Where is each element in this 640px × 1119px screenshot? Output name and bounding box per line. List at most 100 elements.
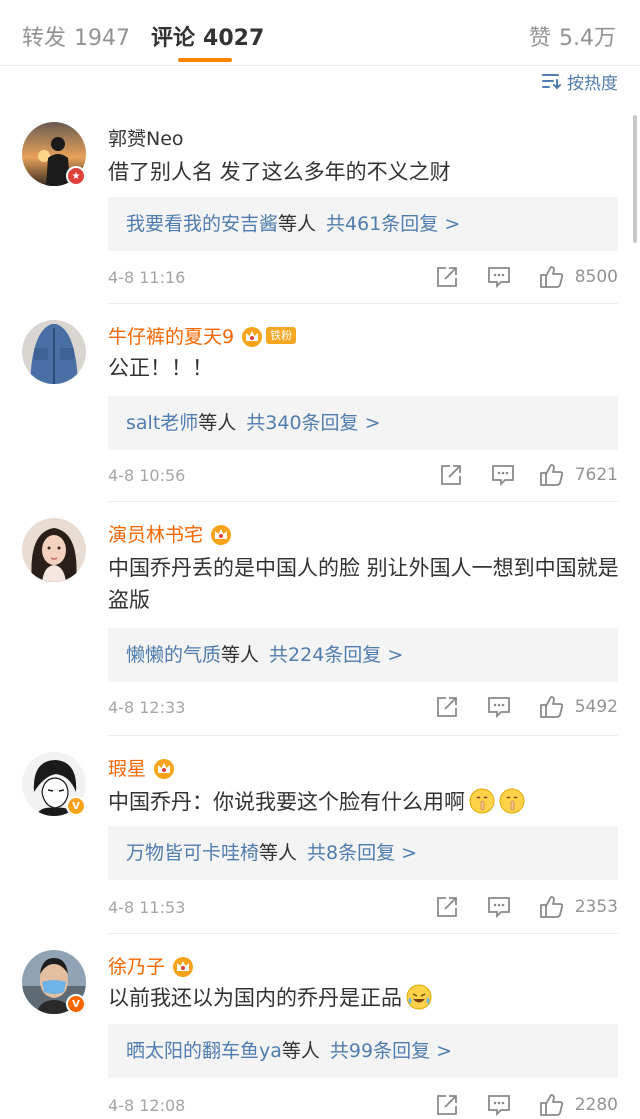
repost-icon[interactable] xyxy=(434,1092,460,1118)
avatar[interactable] xyxy=(22,518,86,582)
tab-likes-label: 赞 xyxy=(528,26,551,51)
repost-icon[interactable] xyxy=(434,264,460,290)
comment-icon[interactable] xyxy=(486,694,512,720)
like-count: 7621 xyxy=(574,465,618,485)
verified-badge-icon: V xyxy=(66,796,86,816)
reply-user-names: 我要看我的安吉酱 xyxy=(126,213,279,235)
reply-suffix: 等人 xyxy=(259,842,298,864)
comment-item: 牛仔裤的夏天9 铁粉 公正！！！ salt老师等人 共340条回复 > 4-8 1… xyxy=(0,304,618,502)
like-count: 2353 xyxy=(574,897,618,917)
tab-comments-count: 4027 xyxy=(203,26,265,51)
like-button[interactable]: 7621 xyxy=(539,462,618,488)
tab-likes-count: 5.4万 xyxy=(559,26,616,51)
comment-username[interactable]: 瑕星 xyxy=(108,754,176,781)
comment-time: 4-8 10:56 xyxy=(108,466,186,485)
reply-suffix: 等人 xyxy=(281,1040,320,1062)
reply-suffix: 等人 xyxy=(221,644,260,666)
thumbs-up-icon xyxy=(539,896,563,918)
reply-count: 共340条回复 > xyxy=(246,412,381,434)
comment-item: V 瑕星 中国乔丹：你说我要这个脸有什么用啊 万物皆可卡哇椅等人 共8条回复 > … xyxy=(0,736,618,934)
comment-time: 4-8 11:16 xyxy=(108,268,186,287)
comment-time: 4-8 11:53 xyxy=(108,898,186,917)
reply-suffix: 等人 xyxy=(278,213,317,235)
comment-time: 4-8 12:08 xyxy=(108,1096,186,1115)
reply-user-names: salt老师 xyxy=(126,412,199,434)
thumbs-up-icon xyxy=(539,1094,563,1116)
repost-icon[interactable] xyxy=(434,894,460,920)
comment-text: 公正！！！ xyxy=(108,356,213,380)
reply-count: 共461条回复 > xyxy=(326,213,461,235)
comment-meta: 4-8 12:08 2280 xyxy=(108,1092,618,1119)
vip-crown-icon xyxy=(211,524,232,545)
comment-icon[interactable] xyxy=(486,264,512,290)
comment-username[interactable]: 郭赟Neo xyxy=(108,124,184,151)
tab-repost[interactable]: 转发 1947 xyxy=(22,20,130,52)
thumbs-up-icon xyxy=(539,696,563,718)
comment-meta: 4-8 10:56 7621 xyxy=(108,462,618,492)
replies-preview[interactable]: 万物皆可卡哇椅等人 共8条回复 > xyxy=(108,826,618,880)
scrollbar[interactable] xyxy=(633,115,637,243)
comment-meta: 4-8 11:53 2353 xyxy=(108,894,618,924)
iron-fan-badge: 铁粉 xyxy=(266,327,297,344)
replies-preview[interactable]: salt老师等人 共340条回复 > xyxy=(108,396,618,450)
comment-text-body: 中国乔丹：你说我要这个脸有什么用啊 xyxy=(108,790,465,814)
like-count: 8500 xyxy=(574,267,618,287)
like-button[interactable]: 2353 xyxy=(539,894,618,920)
crying-laugh-emoji-icon xyxy=(406,984,432,1010)
reply-suffix: 等人 xyxy=(198,412,237,434)
comment-meta: 4-8 11:16 8500 xyxy=(108,264,618,294)
comment-text: 中国乔丹：你说我要这个脸有什么用啊 xyxy=(108,786,620,818)
tab-comments-label: 评论 xyxy=(151,26,196,51)
thumbs-up-icon xyxy=(539,266,563,288)
reply-user-names: 懒懒的气质 xyxy=(126,644,222,666)
reply-user-names: 晒太阳的翻车鱼ya xyxy=(126,1040,282,1062)
verified-badge-icon: ★ xyxy=(66,166,86,186)
vip-crown-icon xyxy=(242,326,263,347)
like-count: 5492 xyxy=(574,697,618,717)
sort-by-hotness-button[interactable]: 按热度 xyxy=(541,69,618,94)
reply-count: 共8条回复 > xyxy=(307,842,418,864)
comment-tabs: 转发 1947 评论 4027 赞 5.4万 xyxy=(0,0,640,66)
replies-preview[interactable]: 晒太阳的翻车鱼ya等人 共99条回复 > xyxy=(108,1024,618,1078)
comment-text: 借了别人名 发了这么多年的不义之财 xyxy=(108,160,451,184)
verified-badge-icon: V xyxy=(66,994,86,1014)
like-count: 2280 xyxy=(574,1095,618,1115)
comment-icon[interactable] xyxy=(486,894,512,920)
tab-repost-label: 转发 xyxy=(22,26,67,51)
like-button[interactable]: 2280 xyxy=(539,1092,618,1118)
comment-time: 4-8 12:33 xyxy=(108,698,186,717)
comment-item: V 徐乃子 以前我还以为国内的乔丹是正品 晒太阳的翻车鱼ya等人 共99条回复 >… xyxy=(0,934,618,1119)
shush-emoji-icon xyxy=(499,788,525,814)
comment-item: ★ 郭赟Neo 借了别人名 发了这么多年的不义之财 我要看我的安吉酱等人 共461… xyxy=(0,104,618,304)
like-button[interactable]: 5492 xyxy=(539,694,618,720)
comment-icon[interactable] xyxy=(490,462,516,488)
comment-username[interactable]: 牛仔裤的夏天9 铁粉 xyxy=(108,322,297,349)
comment-username[interactable]: 演员林书宅 xyxy=(108,520,233,547)
thumbs-up-icon xyxy=(539,464,563,486)
comment-text: 以前我还以为国内的乔丹是正品 xyxy=(108,982,620,1014)
tab-likes[interactable]: 赞 5.4万 xyxy=(529,20,616,52)
reply-count: 共224条回复 > xyxy=(269,644,404,666)
reply-count: 共99条回复 > xyxy=(329,1040,453,1062)
vip-crown-icon xyxy=(173,956,194,977)
like-button[interactable]: 8500 xyxy=(539,264,618,290)
replies-preview[interactable]: 我要看我的安吉酱等人 共461条回复 > xyxy=(108,197,618,251)
tab-comments[interactable]: 评论 4027 xyxy=(151,20,264,52)
comment-username[interactable]: 徐乃子 xyxy=(108,952,195,979)
comment-meta: 4-8 12:33 5492 xyxy=(108,694,618,724)
sort-lines-icon xyxy=(542,74,561,90)
comment-item: 演员林书宅 中国乔丹丢的是中国人的脸 别让外国人一想到中国就是盗版 懒懒的气质等… xyxy=(0,502,619,736)
repost-icon[interactable] xyxy=(438,462,464,488)
active-tab-indicator xyxy=(178,58,232,62)
tab-repost-count: 1947 xyxy=(74,26,131,51)
avatar[interactable] xyxy=(22,320,86,384)
replies-preview[interactable]: 懒懒的气质等人 共224条回复 > xyxy=(108,628,618,682)
shush-emoji-icon xyxy=(469,788,495,814)
comment-text-body: 以前我还以为国内的乔丹是正品 xyxy=(108,986,402,1010)
comment-icon[interactable] xyxy=(486,1092,512,1118)
repost-icon[interactable] xyxy=(434,694,460,720)
comment-text: 中国乔丹丢的是中国人的脸 别让外国人一想到中国就是盗版 xyxy=(108,556,619,612)
sort-label: 按热度 xyxy=(567,73,618,94)
vip-crown-icon xyxy=(154,758,175,779)
reply-user-names: 万物皆可卡哇椅 xyxy=(126,842,260,864)
